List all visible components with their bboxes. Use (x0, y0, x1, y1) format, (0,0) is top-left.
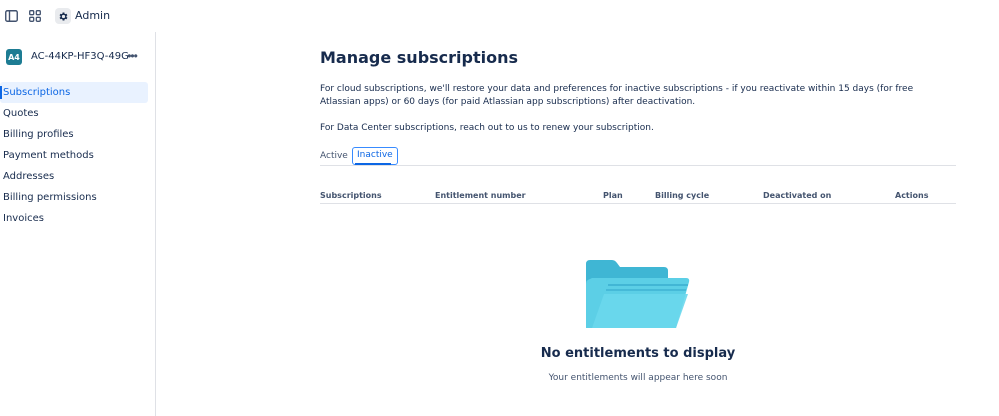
account-name[interactable]: AC-44KP-HF3Q-49G (31, 51, 129, 62)
empty-state-title: No entitlements to display (540, 346, 736, 361)
sidebar-item-addresses[interactable]: Addresses (0, 166, 148, 187)
subscription-tabs: Active Inactive (320, 146, 956, 166)
top-navigation-bar: Admin (0, 0, 999, 32)
column-header-subscriptions: Subscriptions (320, 191, 382, 200)
sidebar-toggle-icon[interactable] (3, 8, 19, 24)
empty-state-subtitle: Your entitlements will appear here soon (548, 373, 728, 383)
sidebar-item-payment-methods[interactable]: Payment methods (0, 145, 148, 166)
account-avatar[interactable]: A4 (6, 49, 22, 65)
sidebar-item-quotes[interactable]: Quotes (0, 103, 148, 124)
sidebar-nav: Subscriptions Quotes Billing profiles Pa… (0, 82, 148, 229)
app-switcher-icon[interactable] (27, 8, 43, 24)
column-header-billing-cycle: Billing cycle (655, 191, 710, 200)
sidebar-item-invoices[interactable]: Invoices (0, 208, 148, 229)
sidebar-item-billing-profiles[interactable]: Billing profiles (0, 124, 148, 145)
gear-icon[interactable] (55, 8, 71, 24)
more-options-icon[interactable]: ••• (124, 49, 140, 65)
app-title[interactable]: Admin (75, 9, 110, 22)
column-header-actions: Actions (895, 191, 929, 200)
sidebar-item-billing-permissions[interactable]: Billing permissions (0, 187, 148, 208)
selected-tab-indicator (355, 163, 391, 165)
tab-active[interactable]: Active (316, 147, 352, 165)
column-header-deactivated-on: Deactivated on (763, 191, 832, 200)
folder-icon (586, 260, 690, 328)
sidebar: A4 AC-44KP-HF3Q-49G ••• Subscriptions Qu… (0, 32, 156, 416)
column-header-plan: Plan (603, 191, 623, 200)
data-center-info: For Data Center subscriptions, reach out… (320, 123, 654, 133)
cloud-subscriptions-info: For cloud subscriptions, we'll restore y… (320, 84, 914, 107)
column-header-entitlement-number: Entitlement number (435, 191, 526, 200)
page-title: Manage subscriptions (320, 48, 519, 67)
table-header: Subscriptions Entitlement number Plan Bi… (320, 190, 956, 204)
sidebar-item-subscriptions[interactable]: Subscriptions (0, 82, 148, 103)
